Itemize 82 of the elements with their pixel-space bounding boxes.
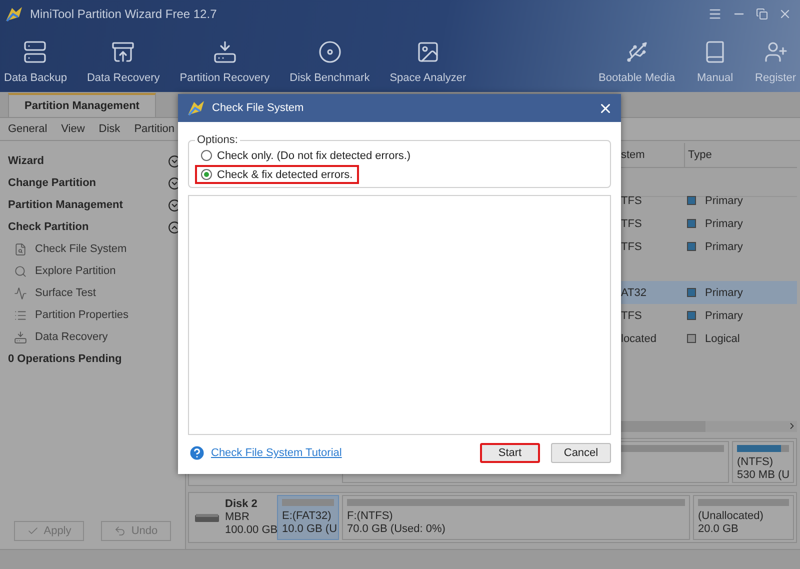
window-title: MiniTool Partition Wizard Free 12.7	[30, 7, 218, 21]
partition-name: E:(FAT32)	[282, 510, 332, 523]
disk-card[interactable]: Disk 2 MBR 100.00 GB E:(FAT32) 10.0 GB (U F:(NTFS) 70.0 GB (Used: 0%) (Unallocated) 20.0 GB	[188, 492, 797, 543]
partition-size: 10.0 GB (U	[282, 523, 334, 536]
dialog-title: Check File System	[212, 102, 305, 114]
menu-item[interactable]: Partition	[134, 123, 175, 135]
toolbar-button[interactable]: Manual	[692, 40, 738, 84]
usage-bar	[282, 499, 334, 506]
table-cell: Primary	[705, 240, 743, 252]
section-heading[interactable]: Partition Management	[8, 199, 123, 211]
table-cell: AT32	[618, 281, 684, 304]
toolbar-button[interactable]: Data Recovery	[82, 40, 164, 84]
table-cell: Primary	[705, 286, 743, 298]
table-cell-text: located	[620, 332, 658, 346]
section-heading[interactable]: Change Partition	[8, 177, 96, 189]
menu-item[interactable]: General	[8, 123, 48, 135]
sidebar-item[interactable]: Surface Test	[8, 282, 181, 304]
menu-item[interactable]: View	[61, 123, 85, 135]
sidebar-item[interactable]: Check File System	[8, 238, 181, 260]
partition-name: (NTFS)	[737, 456, 774, 469]
menu-icon[interactable]	[708, 7, 722, 21]
archive-icon	[111, 40, 136, 64]
toolbar-button[interactable]: Data Backup	[0, 40, 71, 84]
undo-icon	[114, 525, 126, 537]
tab[interactable]: Partition Management	[8, 93, 156, 117]
table-cell: Logical	[705, 332, 740, 344]
logo-icon	[4, 5, 24, 23]
sidebar-item[interactable]: Explore Partition	[8, 260, 181, 282]
partition-name: F:(NTFS)	[347, 510, 394, 523]
section-heading[interactable]: Wizard	[8, 155, 44, 167]
logo-icon	[186, 99, 206, 117]
tutorial-link[interactable]: Check File System Tutorial	[211, 447, 469, 459]
table-cell-text: TFS	[620, 216, 643, 232]
activity-icon	[14, 286, 27, 300]
pending-operations: 0 Operations Pending	[8, 353, 122, 365]
image-icon	[416, 40, 440, 64]
partition-block[interactable]: (Unallocated) 20.0 GB	[693, 495, 794, 540]
restore-icon[interactable]	[756, 8, 768, 20]
table-cell-text: TFS	[620, 194, 643, 208]
disc-icon	[318, 40, 342, 64]
disk-size: 100.00 GB	[225, 524, 278, 537]
group-label: Options:	[196, 134, 239, 146]
radio-option[interactable]: Check only. (Do not fix detected errors.)	[195, 146, 417, 165]
toolbar-button[interactable]: Disk Benchmark	[286, 40, 374, 84]
hard-drive-icon	[14, 330, 27, 344]
dialog-button[interactable]: Start	[480, 443, 540, 463]
table-cell-text: TFS	[620, 308, 643, 324]
table-cell: Primary	[705, 310, 743, 322]
dialog-button[interactable]: Cancel	[551, 443, 611, 463]
server-icon	[23, 40, 48, 64]
partition-block[interactable]: (NTFS) 530 MB (U	[732, 441, 794, 483]
menu-item[interactable]: Disk	[98, 123, 120, 135]
toolbar-button[interactable]: Space Analyzer	[386, 40, 470, 84]
radio-icon[interactable]	[201, 150, 212, 161]
partition-size: 530 MB (U	[737, 469, 789, 482]
search-icon	[14, 264, 27, 278]
disk-name: Disk 2	[225, 498, 258, 511]
usb-icon	[624, 40, 649, 64]
radio-option[interactable]: Check & fix detected errors.	[195, 165, 359, 184]
radio-icon[interactable]	[201, 169, 212, 180]
user-plus-icon	[764, 40, 788, 64]
partition-block[interactable]: F:(NTFS) 70.0 GB (Used: 0%)	[342, 495, 690, 540]
close-icon[interactable]	[778, 7, 792, 21]
column-header: Type	[684, 143, 797, 168]
hard-drive-icon	[212, 40, 237, 64]
check-icon	[26, 525, 39, 537]
help-icon[interactable]	[188, 444, 206, 462]
sidebar-item[interactable]: Data Recovery	[8, 326, 181, 348]
toolbar-button[interactable]: Bootable Media	[594, 40, 679, 84]
table-cell: Primary	[705, 218, 743, 230]
disk-scheme: MBR	[225, 511, 250, 524]
partition-size: 70.0 GB (Used: 0%)	[347, 523, 446, 536]
partition-name: (Unallocated)	[698, 510, 764, 523]
file-search-icon	[14, 242, 27, 256]
section-heading[interactable]: Check Partition	[8, 221, 89, 233]
partition-block[interactable]: E:(FAT32) 10.0 GB (U	[277, 495, 339, 540]
toolbar-button[interactable]: Partition Recovery	[176, 40, 274, 84]
partition-size: 20.0 GB	[698, 523, 740, 536]
drive-icon	[195, 512, 219, 522]
table-cell: Primary	[705, 194, 743, 206]
sidebar-item[interactable]: Partition Properties	[8, 304, 181, 326]
table-cell-text: TFS	[620, 240, 643, 254]
